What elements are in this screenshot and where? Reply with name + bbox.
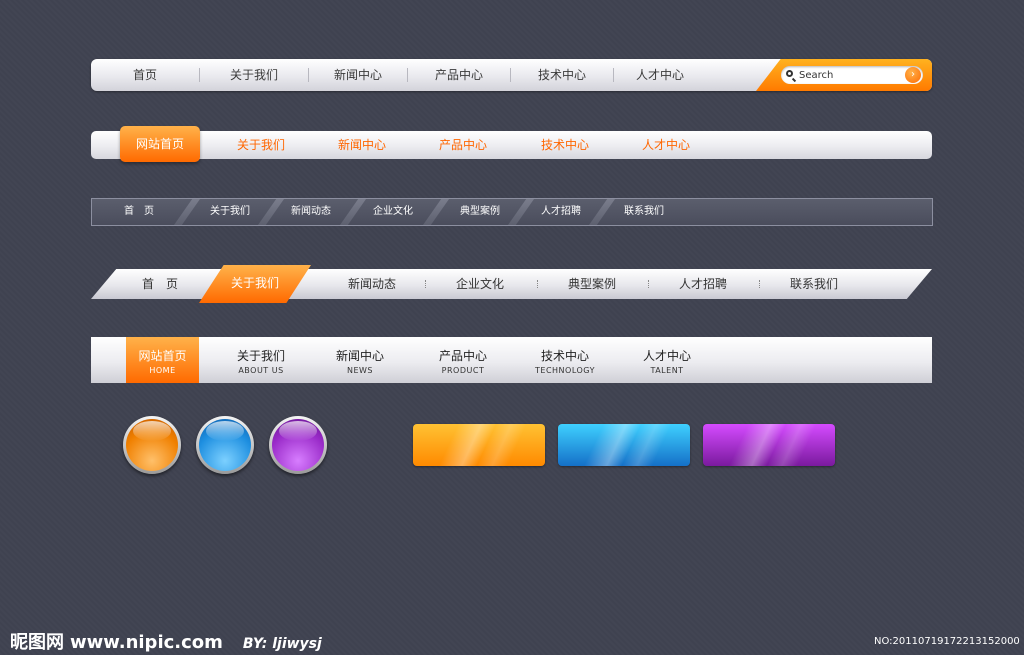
nav4-item-cases[interactable]: 典型案例 <box>555 269 629 299</box>
purple-orb-button[interactable] <box>269 416 327 474</box>
nav5-item-sublabel: NEWS <box>346 366 374 375</box>
nav2-item-talent[interactable]: 人才中心 <box>622 131 710 159</box>
button-gloss <box>558 424 690 466</box>
image-number: NO:20110719172213152000 <box>874 636 1020 647</box>
button-gloss <box>703 424 835 466</box>
search-box[interactable]: › <box>781 66 923 84</box>
nav5-item-sublabel: TALENT <box>650 366 684 375</box>
nav2-item-home-active[interactable]: 网站首页 <box>120 126 200 162</box>
blue-glossy-button[interactable] <box>558 424 690 466</box>
orb-shine <box>133 421 171 441</box>
nav1-item-home[interactable]: 首页 <box>91 59 199 91</box>
nav5-item-label: 人才中心 <box>642 349 691 363</box>
nav1-item-about[interactable]: 关于我们 <box>200 59 308 91</box>
nav1-search-area: › <box>756 59 932 91</box>
nav5-item-label: 产品中心 <box>438 349 487 363</box>
nav3-item-about[interactable]: 关于我们 <box>196 199 264 225</box>
nav4-item-culture[interactable]: 企业文化 <box>443 269 517 299</box>
blue-orb-button[interactable] <box>196 416 254 474</box>
nav4-divider <box>759 280 761 288</box>
nav1-item-products[interactable]: 产品中心 <box>408 59 510 91</box>
nav3-item-culture[interactable]: 企业文化 <box>360 199 426 225</box>
nav-bar-2: 网站首页 关于我们 新闻中心 产品中心 技术中心 人才中心 <box>91 126 932 162</box>
orb-shine <box>279 421 317 441</box>
orange-orb-button[interactable] <box>123 416 181 474</box>
nav3-item-contact[interactable]: 联系我们 <box>610 199 678 225</box>
nav-bar-3: 首 页 关于我们 新闻动态 企业文化 典型案例 人才招聘 联系我们 <box>91 198 933 226</box>
nav3-item-home[interactable]: 首 页 <box>104 199 174 225</box>
nav4-item-home[interactable]: 首 页 <box>125 269 195 299</box>
nav3-item-news[interactable]: 新闻动态 <box>278 199 344 225</box>
watermark-author: BY: ljiwysj <box>242 636 322 652</box>
nav2-item-about[interactable]: 关于我们 <box>217 131 305 159</box>
nav4-item-news[interactable]: 新闻动态 <box>335 269 409 299</box>
nav5-item-label: 关于我们 <box>236 349 285 363</box>
watermark-url: www.nipic.com <box>70 632 223 653</box>
orange-glossy-button[interactable] <box>413 424 545 466</box>
nav5-item-home[interactable]: 网站首页 HOME <box>126 337 199 383</box>
purple-glossy-button[interactable] <box>703 424 835 466</box>
orb-shine <box>206 421 244 441</box>
nav4-item-jobs[interactable]: 人才招聘 <box>666 269 740 299</box>
nav2-item-products[interactable]: 产品中心 <box>419 131 507 159</box>
nav3-item-cases[interactable]: 典型案例 <box>446 199 514 225</box>
nav1-item-talent[interactable]: 人才中心 <box>614 59 706 91</box>
nav2-item-news[interactable]: 新闻中心 <box>318 131 406 159</box>
nav5-item-sublabel: PRODUCT <box>441 366 485 375</box>
nav5-item-label: 网站首页 <box>138 349 187 363</box>
nav5-item-sublabel: ABOUT US <box>238 366 284 375</box>
nav5-item-products[interactable]: 产品中心 PRODUCT <box>422 337 504 383</box>
nav4-item-contact[interactable]: 联系我们 <box>777 269 851 299</box>
button-gloss <box>413 424 545 466</box>
nav5-item-label: 技术中心 <box>540 349 589 363</box>
nav4-divider <box>537 280 539 288</box>
nav4-divider <box>425 280 427 288</box>
search-go-button[interactable]: › <box>905 67 921 83</box>
nav5-item-news[interactable]: 新闻中心 NEWS <box>320 337 400 383</box>
nav3-item-jobs[interactable]: 人才招聘 <box>528 199 594 225</box>
nav5-item-about[interactable]: 关于我们 ABOUT US <box>221 337 301 383</box>
nav5-item-label: 新闻中心 <box>335 349 384 363</box>
nav5-item-tech[interactable]: 技术中心 TECHNOLOGY <box>523 337 607 383</box>
watermark: 昵图网 www.nipic.com BY: ljiwysj <box>10 628 322 654</box>
nav-bar-1: 首页 关于我们 新闻中心 产品中心 技术中心 人才中心 › <box>91 59 932 91</box>
nav5-item-sublabel: TECHNOLOGY <box>535 366 595 375</box>
nav5-item-talent[interactable]: 人才中心 TALENT <box>627 337 707 383</box>
nav-bar-5: 网站首页 HOME 关于我们 ABOUT US 新闻中心 NEWS 产品中心 P… <box>91 337 932 383</box>
search-icon <box>786 70 793 77</box>
search-input[interactable] <box>799 67 899 83</box>
nav1-item-tech[interactable]: 技术中心 <box>511 59 613 91</box>
watermark-logo: 昵图网 <box>10 632 64 653</box>
nav1-items: 首页 关于我们 新闻中心 产品中心 技术中心 人才中心 <box>91 59 706 91</box>
nav5-item-sublabel: HOME <box>149 366 176 375</box>
nav1-item-news[interactable]: 新闻中心 <box>309 59 407 91</box>
nav2-item-tech[interactable]: 技术中心 <box>521 131 609 159</box>
nav4-divider <box>648 280 650 288</box>
